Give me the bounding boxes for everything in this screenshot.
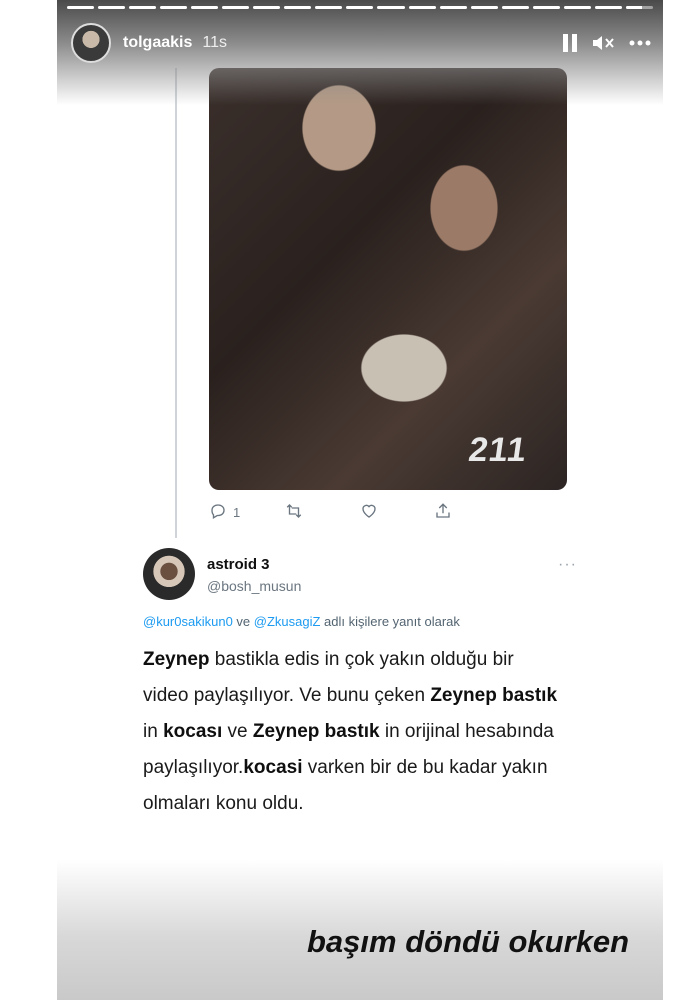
highlight-text: kocasi (243, 757, 303, 778)
progress-segment (98, 6, 126, 9)
heart-icon (359, 502, 379, 523)
progress-segment (377, 6, 405, 9)
photo-overlay-text: 211 (466, 431, 530, 469)
highlight-text: Zeynep bastık (252, 721, 380, 742)
progress-segment (594, 6, 622, 9)
share-icon (434, 502, 452, 523)
progress-segment (625, 6, 653, 9)
highlight-text: Zeynep bastık (430, 685, 558, 706)
tweet-actions: 1 (209, 500, 509, 524)
progress-segment (191, 6, 219, 9)
reply-connector: ve (232, 614, 254, 629)
retweet-action[interactable] (284, 502, 359, 523)
highlight-text: Zeynep (143, 649, 210, 670)
story-viewer: 211 1 astroid 3 @bosh_musun ··· @kur0sak… (57, 0, 663, 1000)
highlight-text: kocası (163, 721, 223, 742)
pause-icon[interactable] (563, 34, 577, 52)
progress-segment (315, 6, 343, 9)
tweet-photo[interactable]: 211 (209, 68, 567, 490)
progress-segment (470, 6, 498, 9)
avatar[interactable] (143, 548, 195, 600)
reply-context: @kur0sakikun0 ve @ZkusagiZ adlı kişilere… (143, 614, 460, 629)
story-caption: başım döndü okurken (307, 924, 630, 959)
reply-icon (209, 502, 227, 523)
reply-count: 1 (233, 504, 241, 520)
progress-segment (222, 6, 250, 9)
progress-segment (129, 6, 157, 9)
share-action[interactable] (434, 502, 509, 523)
body-text: ve (222, 721, 253, 742)
mention-link[interactable]: @kur0sakikun0 (143, 614, 233, 629)
story-header: tolgaakis 11s (71, 22, 651, 64)
body-text: in (143, 721, 164, 742)
speaker-muted-icon[interactable] (591, 33, 615, 53)
story-progress-bar (67, 6, 653, 9)
progress-segment (284, 6, 312, 9)
reply-action[interactable]: 1 (209, 502, 284, 523)
story-username[interactable]: tolgaakis (123, 34, 192, 52)
progress-segment (563, 6, 591, 9)
story-time: 11s (202, 34, 227, 51)
tweet-body: Zeynep bastikla edis in çok yakın olduğu… (143, 642, 563, 822)
retweet-icon (284, 502, 304, 523)
progress-segment (160, 6, 188, 9)
progress-segment (501, 6, 529, 9)
story-controls (563, 33, 651, 53)
mention-link[interactable]: @ZkusagiZ (254, 614, 321, 629)
thread-line (175, 68, 177, 538)
reply-suffix: adlı kişilere yanıt olarak (320, 614, 460, 629)
progress-segment (253, 6, 281, 9)
progress-segment (346, 6, 374, 9)
tweet-author-handle[interactable]: @bosh_musun (207, 578, 301, 594)
progress-segment (532, 6, 560, 9)
more-icon[interactable] (629, 40, 651, 46)
avatar[interactable] (71, 23, 111, 63)
more-options-icon[interactable]: ··· (558, 556, 577, 574)
progress-segment (439, 6, 467, 9)
progress-segment (67, 6, 95, 9)
tweet-author-name[interactable]: astroid 3 (207, 556, 270, 573)
like-action[interactable] (359, 502, 434, 523)
progress-segment (408, 6, 436, 9)
